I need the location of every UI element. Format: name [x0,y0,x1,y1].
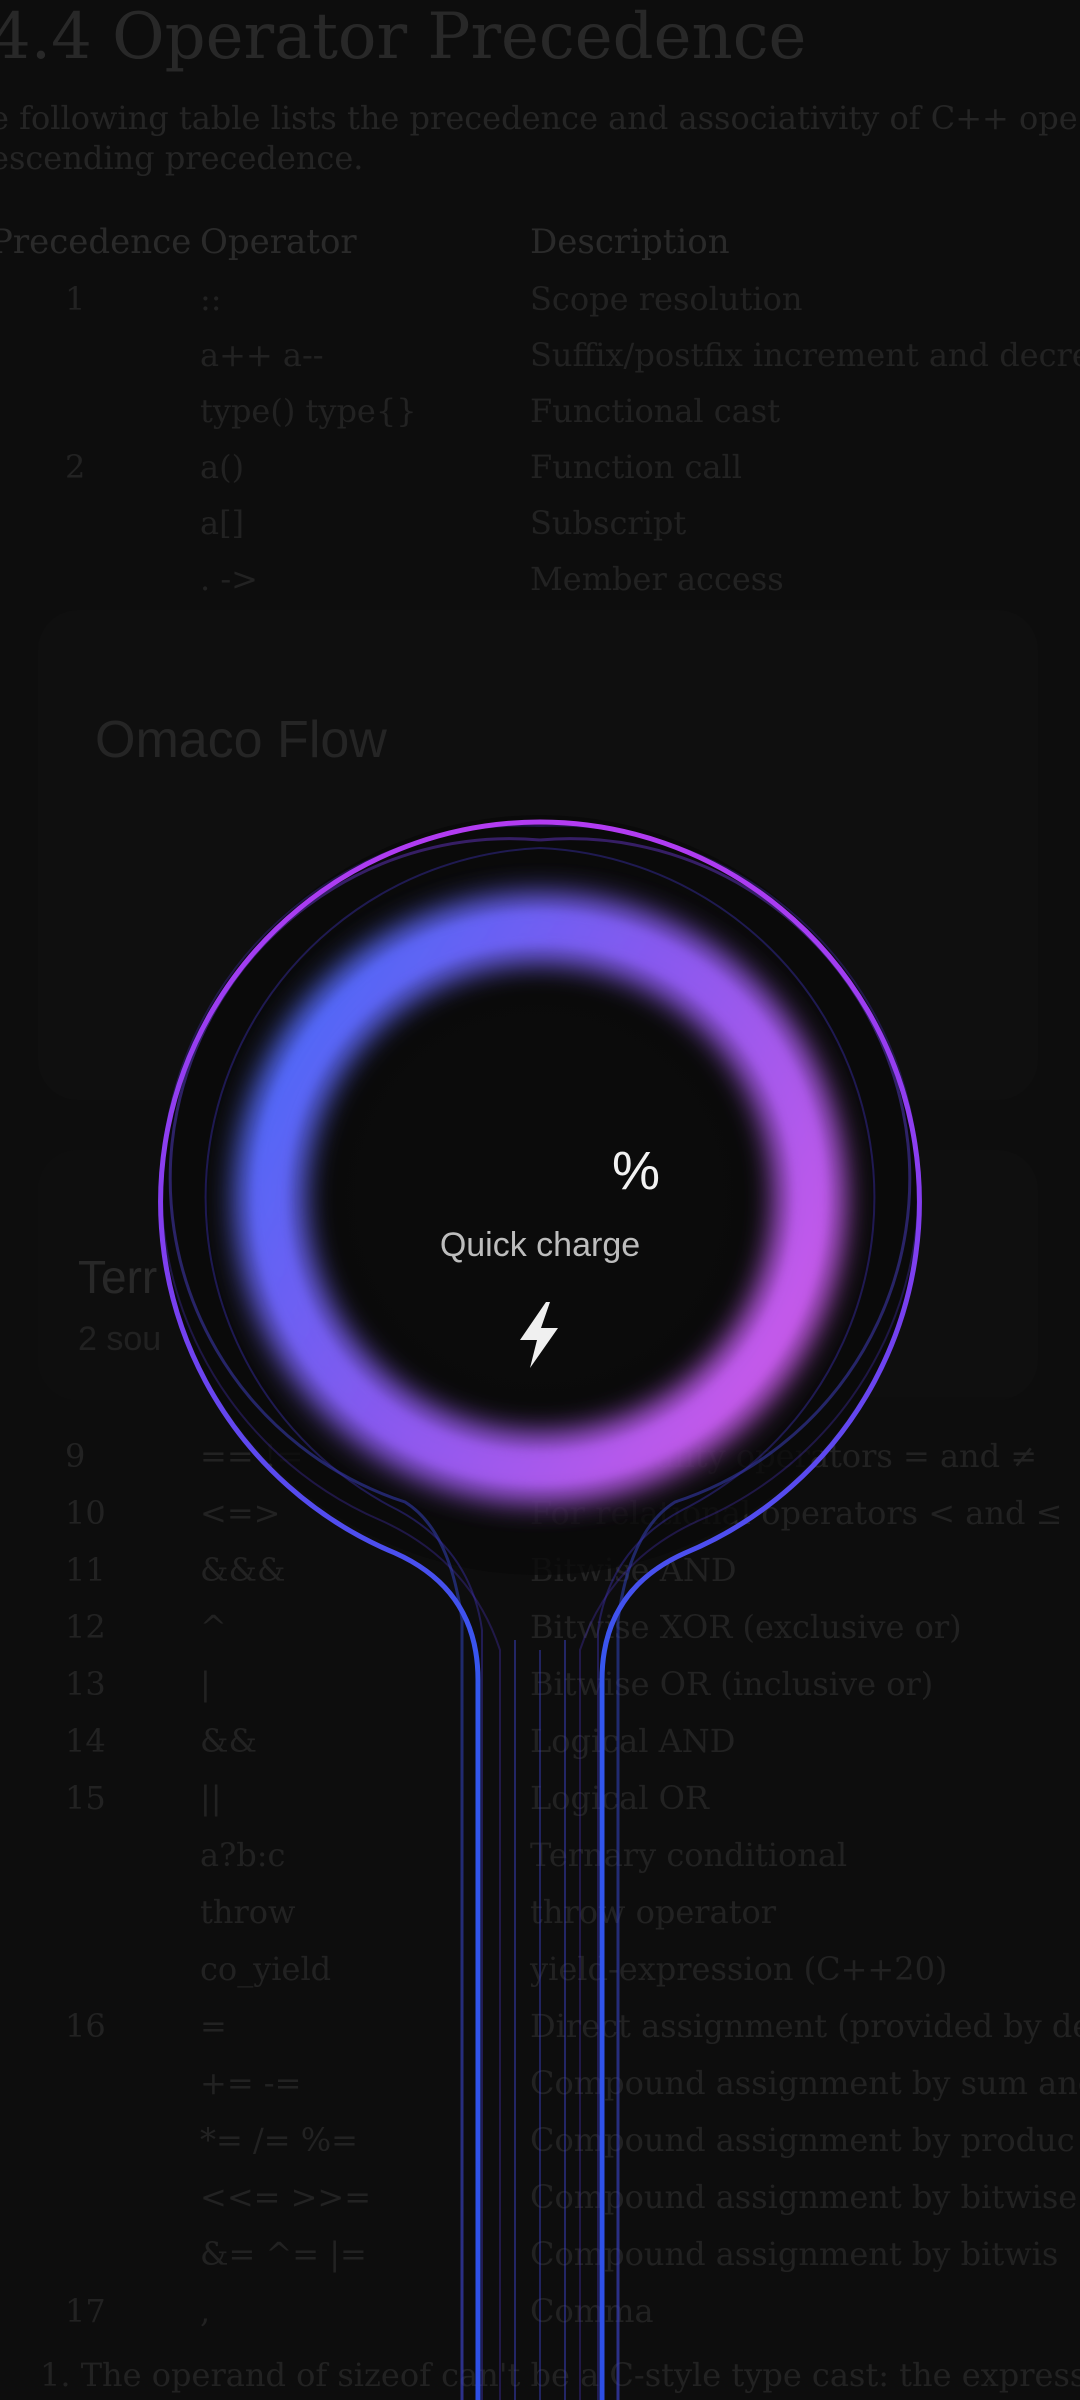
lightning-bolt-icon [510,1300,570,1370]
charge-mode-label: Quick charge [439,1226,641,1264]
percent-symbol: % [611,1141,660,1201]
charging-screen: 4.4 Operator Precedence e following tabl… [0,0,1080,2400]
battery-percentage: % [340,1140,660,1202]
